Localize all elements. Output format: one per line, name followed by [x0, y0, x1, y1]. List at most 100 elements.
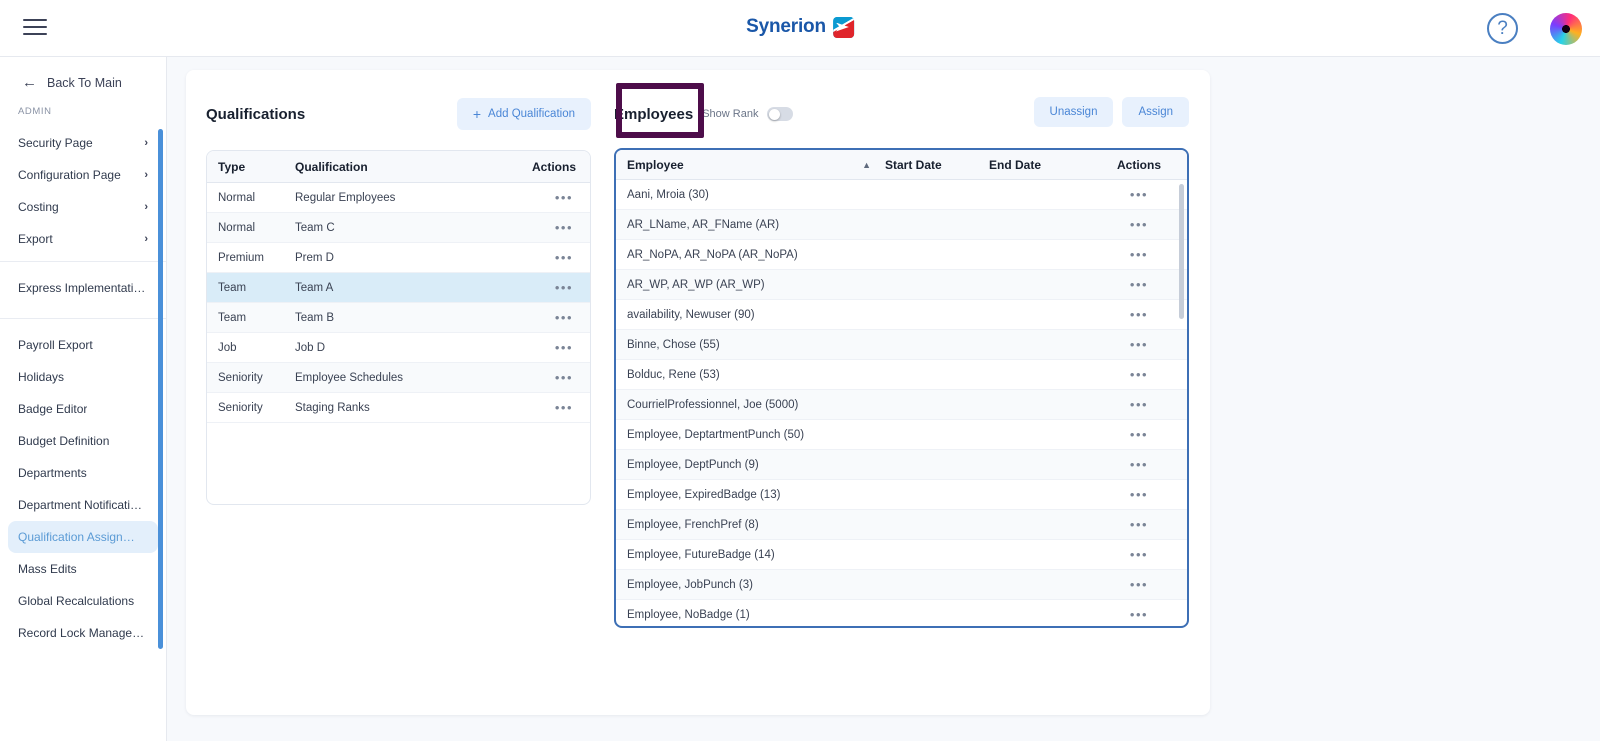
sidebar-item-global-recalculations[interactable]: Global Recalculations — [0, 585, 166, 617]
sidebar-item-badge-editor[interactable]: Badge Editor — [0, 393, 166, 425]
qualifications-header: Qualifications + Add Qualification — [206, 97, 591, 131]
cell-employee: Employee, FutureBadge (14) — [627, 548, 775, 561]
row-actions-icon[interactable]: ••• — [1091, 307, 1187, 322]
column-header-employee[interactable]: Employee ▲ — [616, 158, 885, 172]
sidebar-item-label: Department Notifications — [18, 498, 148, 512]
show-rank-toggle[interactable] — [767, 107, 794, 121]
column-header-end-date[interactable]: End Date — [989, 158, 1091, 172]
row-actions-icon[interactable]: ••• — [1091, 457, 1187, 472]
sidebar-item-label: Security Page — [18, 136, 93, 150]
cell-qualification: Team B — [295, 311, 334, 324]
sidebar-item-security-page[interactable]: Security Page › — [0, 127, 166, 159]
sidebar-item-payroll-export[interactable]: Payroll Export — [0, 329, 166, 361]
row-actions-icon[interactable]: ••• — [1091, 487, 1187, 502]
employees-panel: Employees Show Rank Unassign Assign Empl… — [614, 97, 1189, 628]
add-qualification-button[interactable]: + Add Qualification — [456, 98, 591, 130]
row-actions-icon[interactable]: ••• — [518, 250, 590, 265]
show-rank-label: Show Rank — [702, 108, 759, 120]
table-row[interactable]: Employee, ExpiredBadge (13) ••• — [616, 480, 1187, 510]
sidebar-item-department-notifications[interactable]: Department Notifications — [0, 489, 166, 521]
row-actions-icon[interactable]: ••• — [1091, 547, 1187, 562]
sidebar-item-costing[interactable]: Costing › — [0, 191, 166, 223]
row-actions-icon[interactable]: ••• — [1091, 397, 1187, 412]
sidebar-item-label: Costing — [18, 200, 59, 214]
cell-type: Premium — [218, 251, 265, 264]
cell-employee: Bolduc, Rene (53) — [627, 368, 720, 381]
sidebar-item-configuration-page[interactable]: Configuration Page › — [0, 159, 166, 191]
employees-title: Employees — [614, 105, 694, 123]
cell-type: Normal — [218, 191, 256, 204]
row-actions-icon[interactable]: ••• — [1091, 187, 1187, 202]
row-actions-icon[interactable]: ••• — [1091, 367, 1187, 382]
chevron-right-icon: › — [144, 169, 148, 181]
cell-employee: Employee, ExpiredBadge (13) — [627, 488, 781, 501]
table-row[interactable]: AR_WP, AR_WP (AR_WP) ••• — [616, 270, 1187, 300]
row-actions-icon[interactable]: ••• — [518, 340, 590, 355]
table-row[interactable]: Binne, Chose (55) ••• — [616, 330, 1187, 360]
sidebar-item-qualification-assignments[interactable]: Qualification Assignments — [8, 521, 158, 553]
table-row[interactable]: Premium Prem D ••• — [207, 243, 590, 273]
sidebar-item-label: Holidays — [18, 370, 65, 384]
sidebar-item-export[interactable]: Export › — [0, 223, 166, 255]
row-actions-icon[interactable]: ••• — [1091, 607, 1187, 622]
table-row[interactable]: Employee, FutureBadge (14) ••• — [616, 540, 1187, 570]
table-row[interactable]: Employee, DeptartmentPunch (50) ••• — [616, 420, 1187, 450]
row-actions-icon[interactable]: ••• — [518, 400, 590, 415]
sidebar-item-departments[interactable]: Departments — [0, 457, 166, 489]
sidebar-item-mass-edits[interactable]: Mass Edits — [0, 553, 166, 585]
row-actions-icon[interactable]: ••• — [1091, 427, 1187, 442]
row-actions-icon[interactable]: ••• — [518, 370, 590, 385]
table-row[interactable]: Aani, Mroia (30) ••• — [616, 180, 1187, 210]
sidebar-item-record-lock-management[interactable]: Record Lock Management — [0, 617, 166, 649]
row-actions-icon[interactable]: ••• — [1091, 337, 1187, 352]
sidebar-item-express-implementation[interactable]: Express Implementation P... — [0, 272, 166, 304]
brand-name: Synerion — [746, 16, 826, 37]
sidebar-section-label: ADMIN — [18, 106, 52, 117]
row-actions-icon[interactable]: ••• — [518, 310, 590, 325]
sidebar-item-label: Global Recalculations — [18, 594, 135, 608]
row-actions-icon[interactable]: ••• — [1091, 517, 1187, 532]
cell-qualification: Regular Employees — [295, 191, 396, 204]
table-row[interactable]: AR_NoPA, AR_NoPA (AR_NoPA) ••• — [616, 240, 1187, 270]
table-row[interactable]: Bolduc, Rene (53) ••• — [616, 360, 1187, 390]
table-row[interactable]: Employee, DeptPunch (9) ••• — [616, 450, 1187, 480]
column-header-start-date[interactable]: Start Date — [885, 158, 989, 172]
cell-employee: AR_NoPA, AR_NoPA (AR_NoPA) — [627, 248, 798, 261]
help-icon[interactable]: ? — [1487, 13, 1518, 44]
employees-header: Employees Show Rank Unassign Assign — [614, 97, 1189, 131]
table-row[interactable]: Employee, FrenchPref (8) ••• — [616, 510, 1187, 540]
sidebar-express-group: Express Implementation P... — [0, 262, 166, 319]
employees-table-scrollbar[interactable] — [1179, 184, 1184, 319]
table-row[interactable]: Employee, JobPunch (3) ••• — [616, 570, 1187, 600]
column-header-actions: Actions — [1116, 157, 1161, 172]
table-row[interactable]: Normal Team C ••• — [207, 213, 590, 243]
column-header-actions: Actions — [531, 159, 576, 174]
row-actions-icon[interactable]: ••• — [518, 280, 590, 295]
row-actions-icon[interactable]: ••• — [518, 190, 590, 205]
table-row[interactable]: availability, Newuser (90) ••• — [616, 300, 1187, 330]
table-row[interactable]: Employee, NoBadge (1) ••• — [616, 600, 1187, 626]
table-row[interactable]: Team Team B ••• — [207, 303, 590, 333]
row-actions-icon[interactable]: ••• — [1091, 217, 1187, 232]
unassign-button[interactable]: Unassign — [1033, 97, 1114, 127]
table-row[interactable]: Job Job D ••• — [207, 333, 590, 363]
row-actions-icon[interactable]: ••• — [518, 220, 590, 235]
row-actions-icon[interactable]: ••• — [1091, 277, 1187, 292]
table-row-selected[interactable]: Team Team A ••• — [207, 273, 590, 303]
table-row[interactable]: AR_LName, AR_FName (AR) ••• — [616, 210, 1187, 240]
row-actions-icon[interactable]: ••• — [1091, 577, 1187, 592]
sidebar-item-budget-definition[interactable]: Budget Definition — [0, 425, 166, 457]
row-actions-icon[interactable]: ••• — [1091, 247, 1187, 262]
sidebar-item-holidays[interactable]: Holidays — [0, 361, 166, 393]
back-to-main-button[interactable]: ← Back To Main — [0, 57, 166, 104]
qualifications-table: Type Qualification Actions Normal Regula… — [206, 150, 591, 505]
table-row[interactable]: CourrielProfessionnel, Joe (5000) ••• — [616, 390, 1187, 420]
table-row[interactable]: Normal Regular Employees ••• — [207, 183, 590, 213]
table-row[interactable]: Seniority Employee Schedules ••• — [207, 363, 590, 393]
hamburger-icon[interactable] — [23, 17, 47, 37]
avatar[interactable] — [1550, 13, 1582, 45]
assign-button[interactable]: Assign — [1122, 97, 1189, 127]
sidebar-scrollbar[interactable] — [158, 129, 163, 649]
cell-qualification: Team C — [295, 221, 335, 234]
table-row[interactable]: Seniority Staging Ranks ••• — [207, 393, 590, 423]
